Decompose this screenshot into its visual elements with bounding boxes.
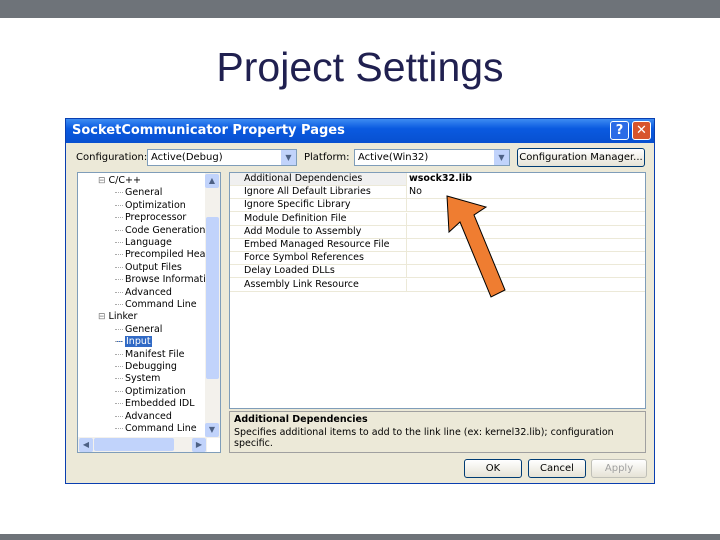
bottom-bar [0, 534, 720, 540]
pointer-arrow [446, 195, 506, 298]
arrow-icon [446, 195, 506, 298]
